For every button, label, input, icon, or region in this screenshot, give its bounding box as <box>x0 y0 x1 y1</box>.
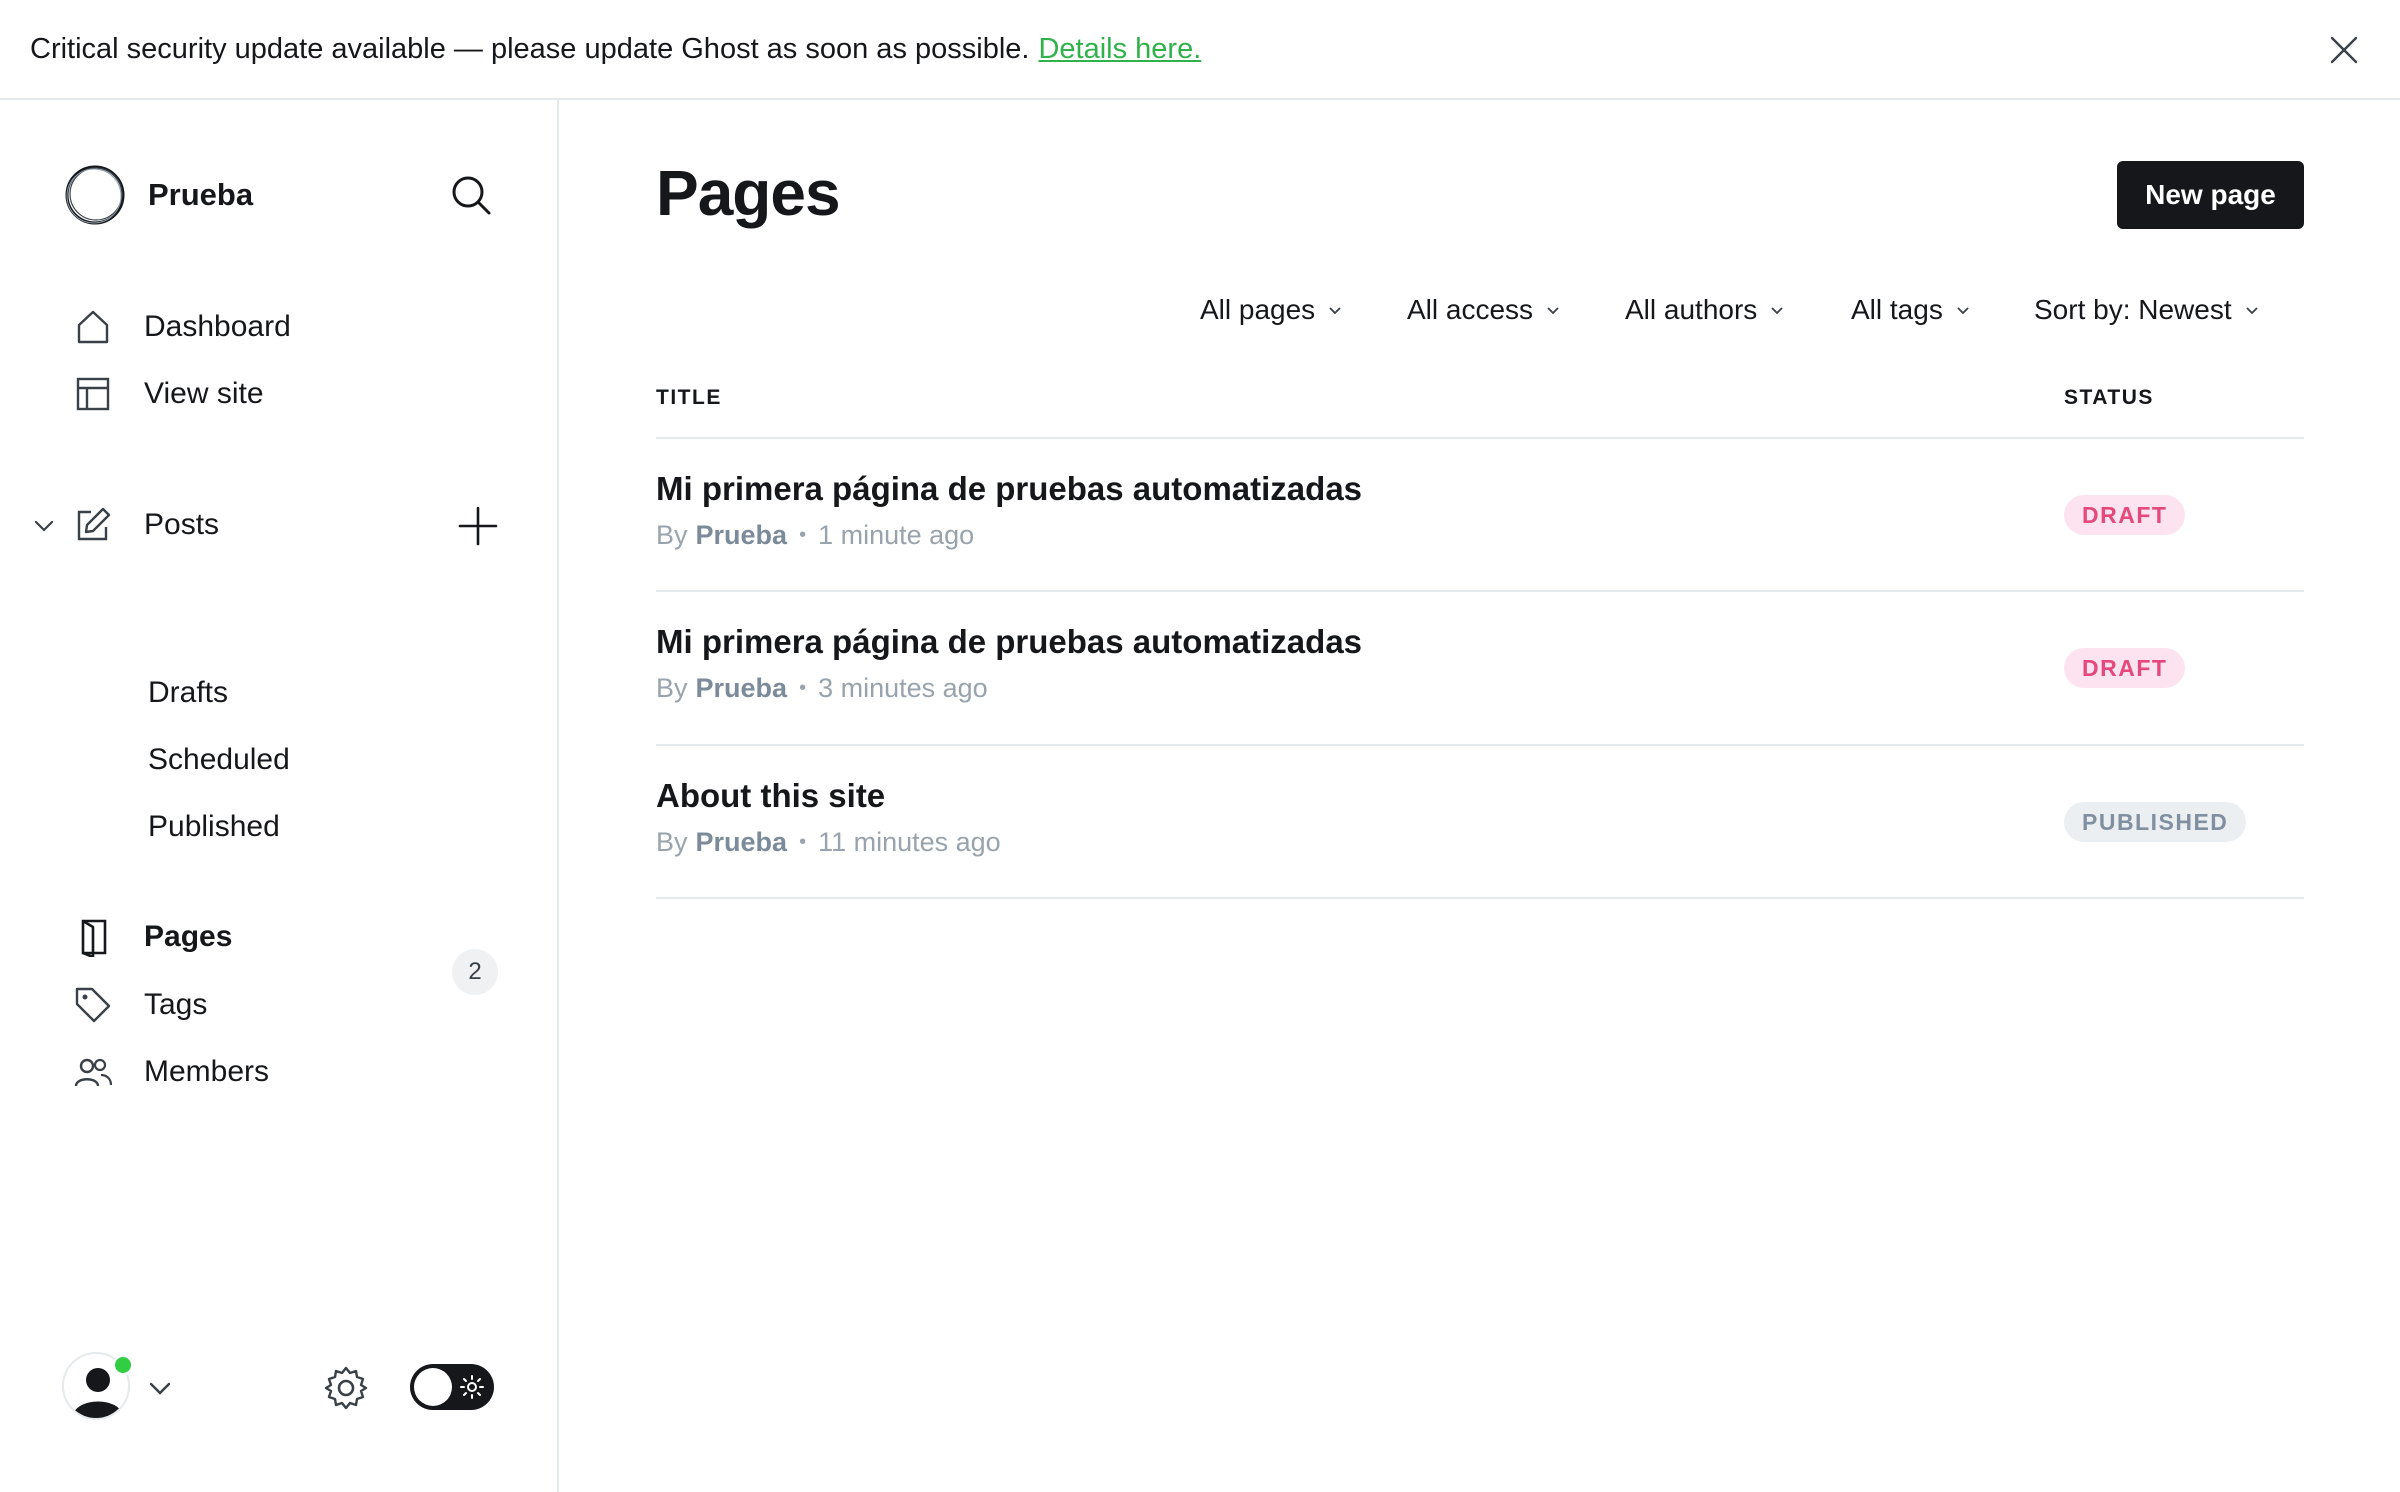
table-row[interactable]: Mi primera página de pruebas automatizad… <box>656 591 2304 741</box>
filter-all-tags[interactable]: All tags <box>1851 290 1971 330</box>
by-label: By <box>656 673 688 703</box>
toggle-knob <box>414 1368 452 1406</box>
edit-icon <box>72 504 114 546</box>
filter-label: All pages <box>1200 294 1316 325</box>
chevron-down-icon[interactable] <box>146 1374 174 1402</box>
filter-all-pages[interactable]: All pages <box>1200 290 1343 330</box>
divider <box>656 897 2304 899</box>
chevron-down-icon[interactable] <box>30 512 58 540</box>
author-name: Prueba <box>695 673 788 703</box>
page-row-meta: By Prueba • 11 minutes ago <box>656 827 1001 858</box>
site-name: Prueba <box>148 177 254 212</box>
sidebar-item-tags[interactable]: Tags <box>72 980 207 1030</box>
site-logo-icon <box>65 165 125 225</box>
sidebar-item-pages[interactable]: Pages <box>72 912 232 962</box>
sidebar-subitem-scheduled[interactable]: Scheduled <box>148 738 290 782</box>
new-page-button[interactable]: New page <box>2117 161 2304 229</box>
page-row-title: About this site <box>656 777 886 814</box>
page-row-meta: By Prueba • 1 minute ago <box>656 520 974 551</box>
status-badge: DRAFT <box>2064 648 2186 688</box>
filter-label: Sort by: Newest <box>2034 294 2232 325</box>
filter-label: All access <box>1407 294 1534 325</box>
by-label: By <box>656 827 688 857</box>
page-title: Pages <box>656 157 841 229</box>
separator-dot: • <box>799 677 807 699</box>
timestamp: 11 minutes ago <box>818 827 1001 857</box>
chevron-down-icon <box>2246 307 2258 315</box>
brand[interactable]: Prueba <box>64 164 253 226</box>
sidebar-item-dashboard[interactable]: Dashboard <box>72 302 291 352</box>
page-row-meta: By Prueba • 3 minutes ago <box>656 673 988 704</box>
add-post-icon[interactable] <box>456 504 500 548</box>
author-name: Prueba <box>695 827 788 857</box>
sidebar-item-members[interactable]: Members <box>72 1047 269 1097</box>
filter-all-authors[interactable]: All authors <box>1625 290 1785 330</box>
sidebar-item-label: Members <box>144 1055 270 1088</box>
sidebar-item-label: Tags <box>144 988 208 1021</box>
page-icon <box>72 916 114 958</box>
online-status-dot <box>113 1355 133 1375</box>
gear-icon[interactable] <box>322 1364 370 1412</box>
sidebar-item-view-site[interactable]: View site <box>72 369 264 419</box>
by-label: By <box>656 520 688 550</box>
table-row[interactable]: About this site By Prueba • 11 minutes a… <box>656 745 2304 895</box>
security-banner: Critical security update available — ple… <box>0 0 2400 100</box>
sort-newest[interactable]: Sort by: Newest <box>2034 290 2260 330</box>
close-icon[interactable] <box>2322 28 2366 72</box>
filter-all-access[interactable]: All access <box>1407 290 1561 330</box>
members-icon <box>72 1051 114 1093</box>
sun-icon <box>460 1375 484 1399</box>
chevron-down-icon <box>1329 307 1341 315</box>
page-row-title: Mi primera página de pruebas automatizad… <box>656 470 1363 507</box>
sidebar-item-label: Pages <box>144 920 233 953</box>
timestamp: 3 minutes ago <box>818 673 988 703</box>
status-badge: PUBLISHED <box>2064 802 2247 842</box>
filter-label: All tags <box>1851 294 1943 325</box>
layout-icon <box>72 373 114 415</box>
home-icon <box>72 306 114 348</box>
timestamp: 1 minute ago <box>818 520 975 550</box>
separator-dot: • <box>799 524 807 546</box>
sidebar-item-label: View site <box>144 377 264 410</box>
filter-label: All authors <box>1625 294 1758 325</box>
banner-details-link[interactable]: Details here. <box>1038 33 1201 66</box>
sidebar-item-label: Posts <box>144 508 220 541</box>
column-header-status: STATUS <box>2064 386 2154 409</box>
sidebar-item-label: Dashboard <box>144 310 291 343</box>
sidebar-subitem-published[interactable]: Published <box>148 805 280 849</box>
members-count-badge: 2 <box>452 949 498 995</box>
chevron-down-icon <box>1547 307 1559 315</box>
chevron-down-icon <box>1957 307 1969 315</box>
status-badge: DRAFT <box>2064 495 2186 535</box>
theme-toggle[interactable] <box>410 1364 494 1410</box>
sidebar-item-posts[interactable]: Posts <box>72 500 219 550</box>
sidebar-subitem-drafts[interactable]: Drafts <box>148 671 228 715</box>
banner-message: Critical security update available — ple… <box>30 32 1030 65</box>
page-row-title: Mi primera página de pruebas automatizad… <box>656 623 1363 660</box>
column-header-title: TITLE <box>656 386 722 409</box>
sidebar: Prueba Dashboard View site Posts Drafts … <box>0 100 559 1492</box>
search-icon[interactable] <box>448 172 494 218</box>
author-name: Prueba <box>695 520 788 550</box>
table-row[interactable]: Mi primera página de pruebas automatizad… <box>656 438 2304 588</box>
chevron-down-icon <box>1771 307 1783 315</box>
separator-dot: • <box>799 831 807 853</box>
tag-icon <box>72 984 114 1026</box>
